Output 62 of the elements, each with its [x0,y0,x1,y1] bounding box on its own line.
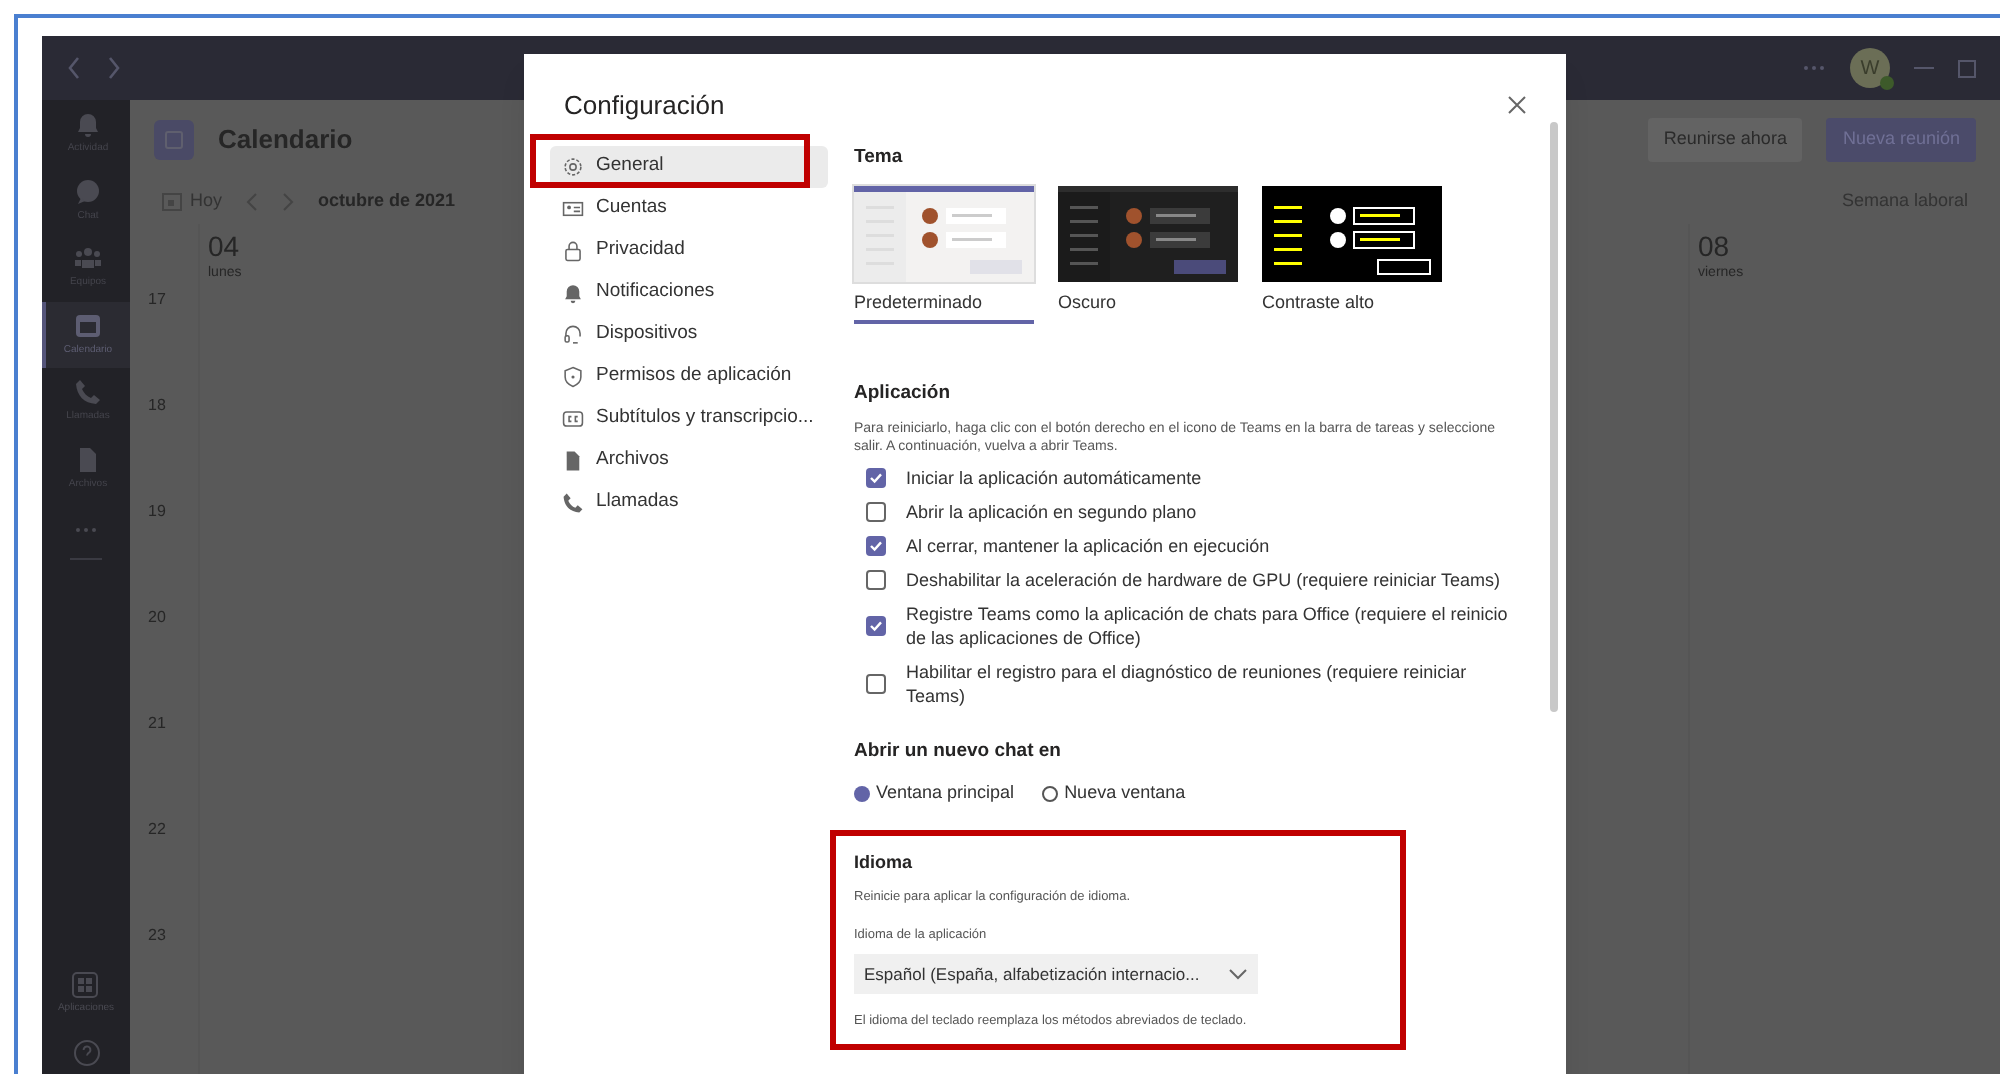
checkbox[interactable] [866,501,886,521]
checkbox-label: Deshabilitar la aceleración de hardware de GPU (requiere reiniciar Teams) [906,567,1502,591]
settings-nav-item[interactable]: Llamadas [550,481,828,523]
help-icon[interactable] [73,1040,99,1066]
phone-icon [562,491,584,513]
checkbox[interactable] [866,673,886,693]
theme-option[interactable]: Contraste alto [1262,185,1442,325]
document-icon [74,445,102,473]
checkbox-label: Registre Teams como la aplicación de chats para Office (requiere el reinicio de las aplicaciones de Office) [906,601,1510,649]
settings-nav-item[interactable]: Dispositivos [550,313,828,355]
language-dropdown[interactable]: Español (España, alfabetización internacio... [854,954,1258,995]
section-heading: Tema [854,143,905,171]
section-heading: Aplicación [854,380,953,409]
checkbox[interactable] [866,535,886,555]
checkbox-label: Al cerrar, mantener la aplicación en ejecución [906,533,1272,557]
back-icon[interactable] [66,56,82,80]
checkmark-icon [868,617,884,633]
chat-icon [74,177,102,205]
checkbox-label: Habilitar el registro para el diagnóstico de reuniones (requiere reiniciar Teams) [906,659,1469,707]
dialog-title: Configuración [564,88,725,124]
checkmark-icon [868,537,884,553]
lock-icon [562,239,584,261]
settings-nav-item[interactable]: Cuentas [550,187,828,229]
checkbox[interactable] [866,615,886,635]
section-heading: Abrir un nuevo chat en [854,737,1063,765]
theme-option[interactable]: Predeterminado [854,185,1034,325]
section-heading: Idioma [854,850,915,877]
contact-card-icon [562,197,584,219]
radio-option[interactable]: Nueva ventana [1042,779,1186,807]
people-icon [74,244,102,272]
close-icon[interactable] [1508,96,1526,115]
more-icon[interactable] [74,526,98,534]
settings-nav-item[interactable]: Permisos de aplicación [550,355,828,397]
chevron-down-icon [1228,968,1248,981]
settings-nav-item[interactable]: Subtítulos y transcripcio... [550,397,828,439]
calendar-icon [74,311,102,339]
radio-option[interactable]: Ventana principal [854,779,1015,807]
forward-icon[interactable] [106,56,122,80]
radio-button[interactable] [1042,785,1059,801]
settings-nav-item[interactable]: Archivos [550,439,828,481]
scrollbar[interactable] [1550,122,1558,712]
checkbox-label: Abrir la aplicación en segundo plano [906,499,1199,523]
theme-option[interactable]: Oscuro [1058,185,1238,325]
phone-icon [74,378,102,406]
settings-nav-item[interactable]: Notificaciones [550,271,828,313]
apps-icon [72,971,99,997]
document-icon [562,449,584,471]
settings-nav-item[interactable]: Privacidad [550,229,828,271]
captions-icon [562,407,584,429]
minimize-icon[interactable] [1914,66,1934,70]
bell-icon [562,281,584,303]
more-icon[interactable] [1802,64,1826,72]
settings-icon [562,155,584,177]
bell-icon [74,110,102,138]
checkbox[interactable] [866,569,886,589]
radio-button[interactable] [854,785,870,801]
shield-icon [562,365,584,387]
headset-icon [562,323,584,345]
checkbox[interactable] [866,467,886,487]
maximize-icon[interactable] [1958,59,1976,77]
checkbox-label: Iniciar la aplicación automáticamente [906,465,1204,489]
checkmark-icon [868,469,884,485]
